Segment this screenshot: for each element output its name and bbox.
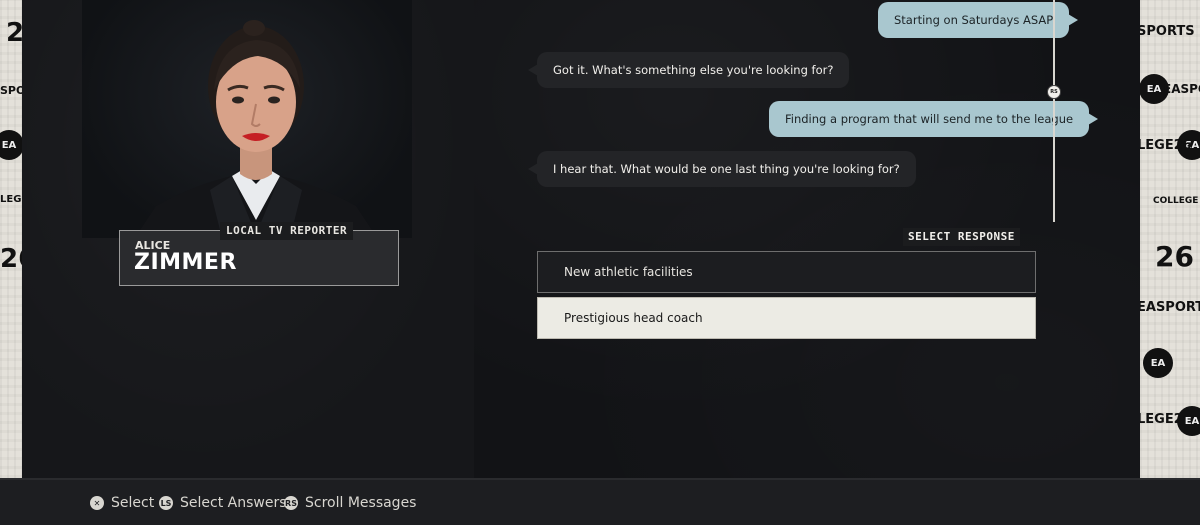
wallpaper-text: EASPORTS	[1137, 300, 1200, 315]
controller-hint-bar: ✕ Select LS Select Answers RS Scroll Mes…	[0, 478, 1200, 525]
cross-button-icon: ✕	[90, 496, 104, 510]
hint-select[interactable]: ✕ Select	[90, 495, 154, 511]
message-scrollbar[interactable]	[1053, 0, 1055, 222]
wallpaper-text: 26	[1155, 240, 1194, 273]
ea-sports-logo-icon: EA	[0, 130, 24, 160]
message-bubble-incoming: I hear that. What would be one last thin…	[528, 151, 916, 187]
right-wallpaper: SPORTS EA EASPORTS EA LEGE26 COLLEGE 26 …	[1133, 0, 1200, 478]
wallpaper-text: SPORTS	[1137, 24, 1195, 39]
response-option-label: New athletic facilities	[564, 265, 693, 279]
reporter-portrait	[140, 20, 372, 230]
ea-sports-logo-icon: EA	[1177, 406, 1200, 436]
scrollbar-thumb-rs-icon[interactable]: RS	[1047, 85, 1061, 99]
character-last-name: ZIMMER	[134, 250, 237, 275]
right-stick-icon: RS	[284, 496, 298, 510]
message-bubble-incoming: Got it. What's something else you're loo…	[527, 52, 850, 88]
left-stick-icon: LS	[159, 496, 173, 510]
wallpaper-text: LEGE26	[1137, 138, 1192, 153]
response-option-label: Prestigious head coach	[564, 311, 703, 325]
select-response-title: SELECT RESPONSE	[903, 228, 1020, 246]
hint-label: Select Answers	[180, 495, 287, 511]
wallpaper-text: COLLEGE	[1153, 196, 1199, 206]
hint-label: Select	[111, 495, 155, 511]
response-option[interactable]: New athletic facilities	[537, 251, 1036, 293]
hint-select-answers[interactable]: LS Select Answers	[159, 495, 287, 511]
hint-scroll-messages[interactable]: RS Scroll Messages	[284, 495, 416, 511]
character-role-tag: LOCAL TV REPORTER	[220, 222, 354, 240]
response-option-selected[interactable]: Prestigious head coach	[537, 297, 1036, 339]
wallpaper-text: EASPORTS	[1163, 82, 1200, 96]
message-bubble-outgoing: Finding a program that will send me to t…	[769, 101, 1099, 137]
ea-sports-logo-icon: EA	[1143, 348, 1173, 378]
hint-label: Scroll Messages	[305, 495, 417, 511]
message-bubble-outgoing: Starting on Saturdays ASAP	[878, 2, 1079, 38]
